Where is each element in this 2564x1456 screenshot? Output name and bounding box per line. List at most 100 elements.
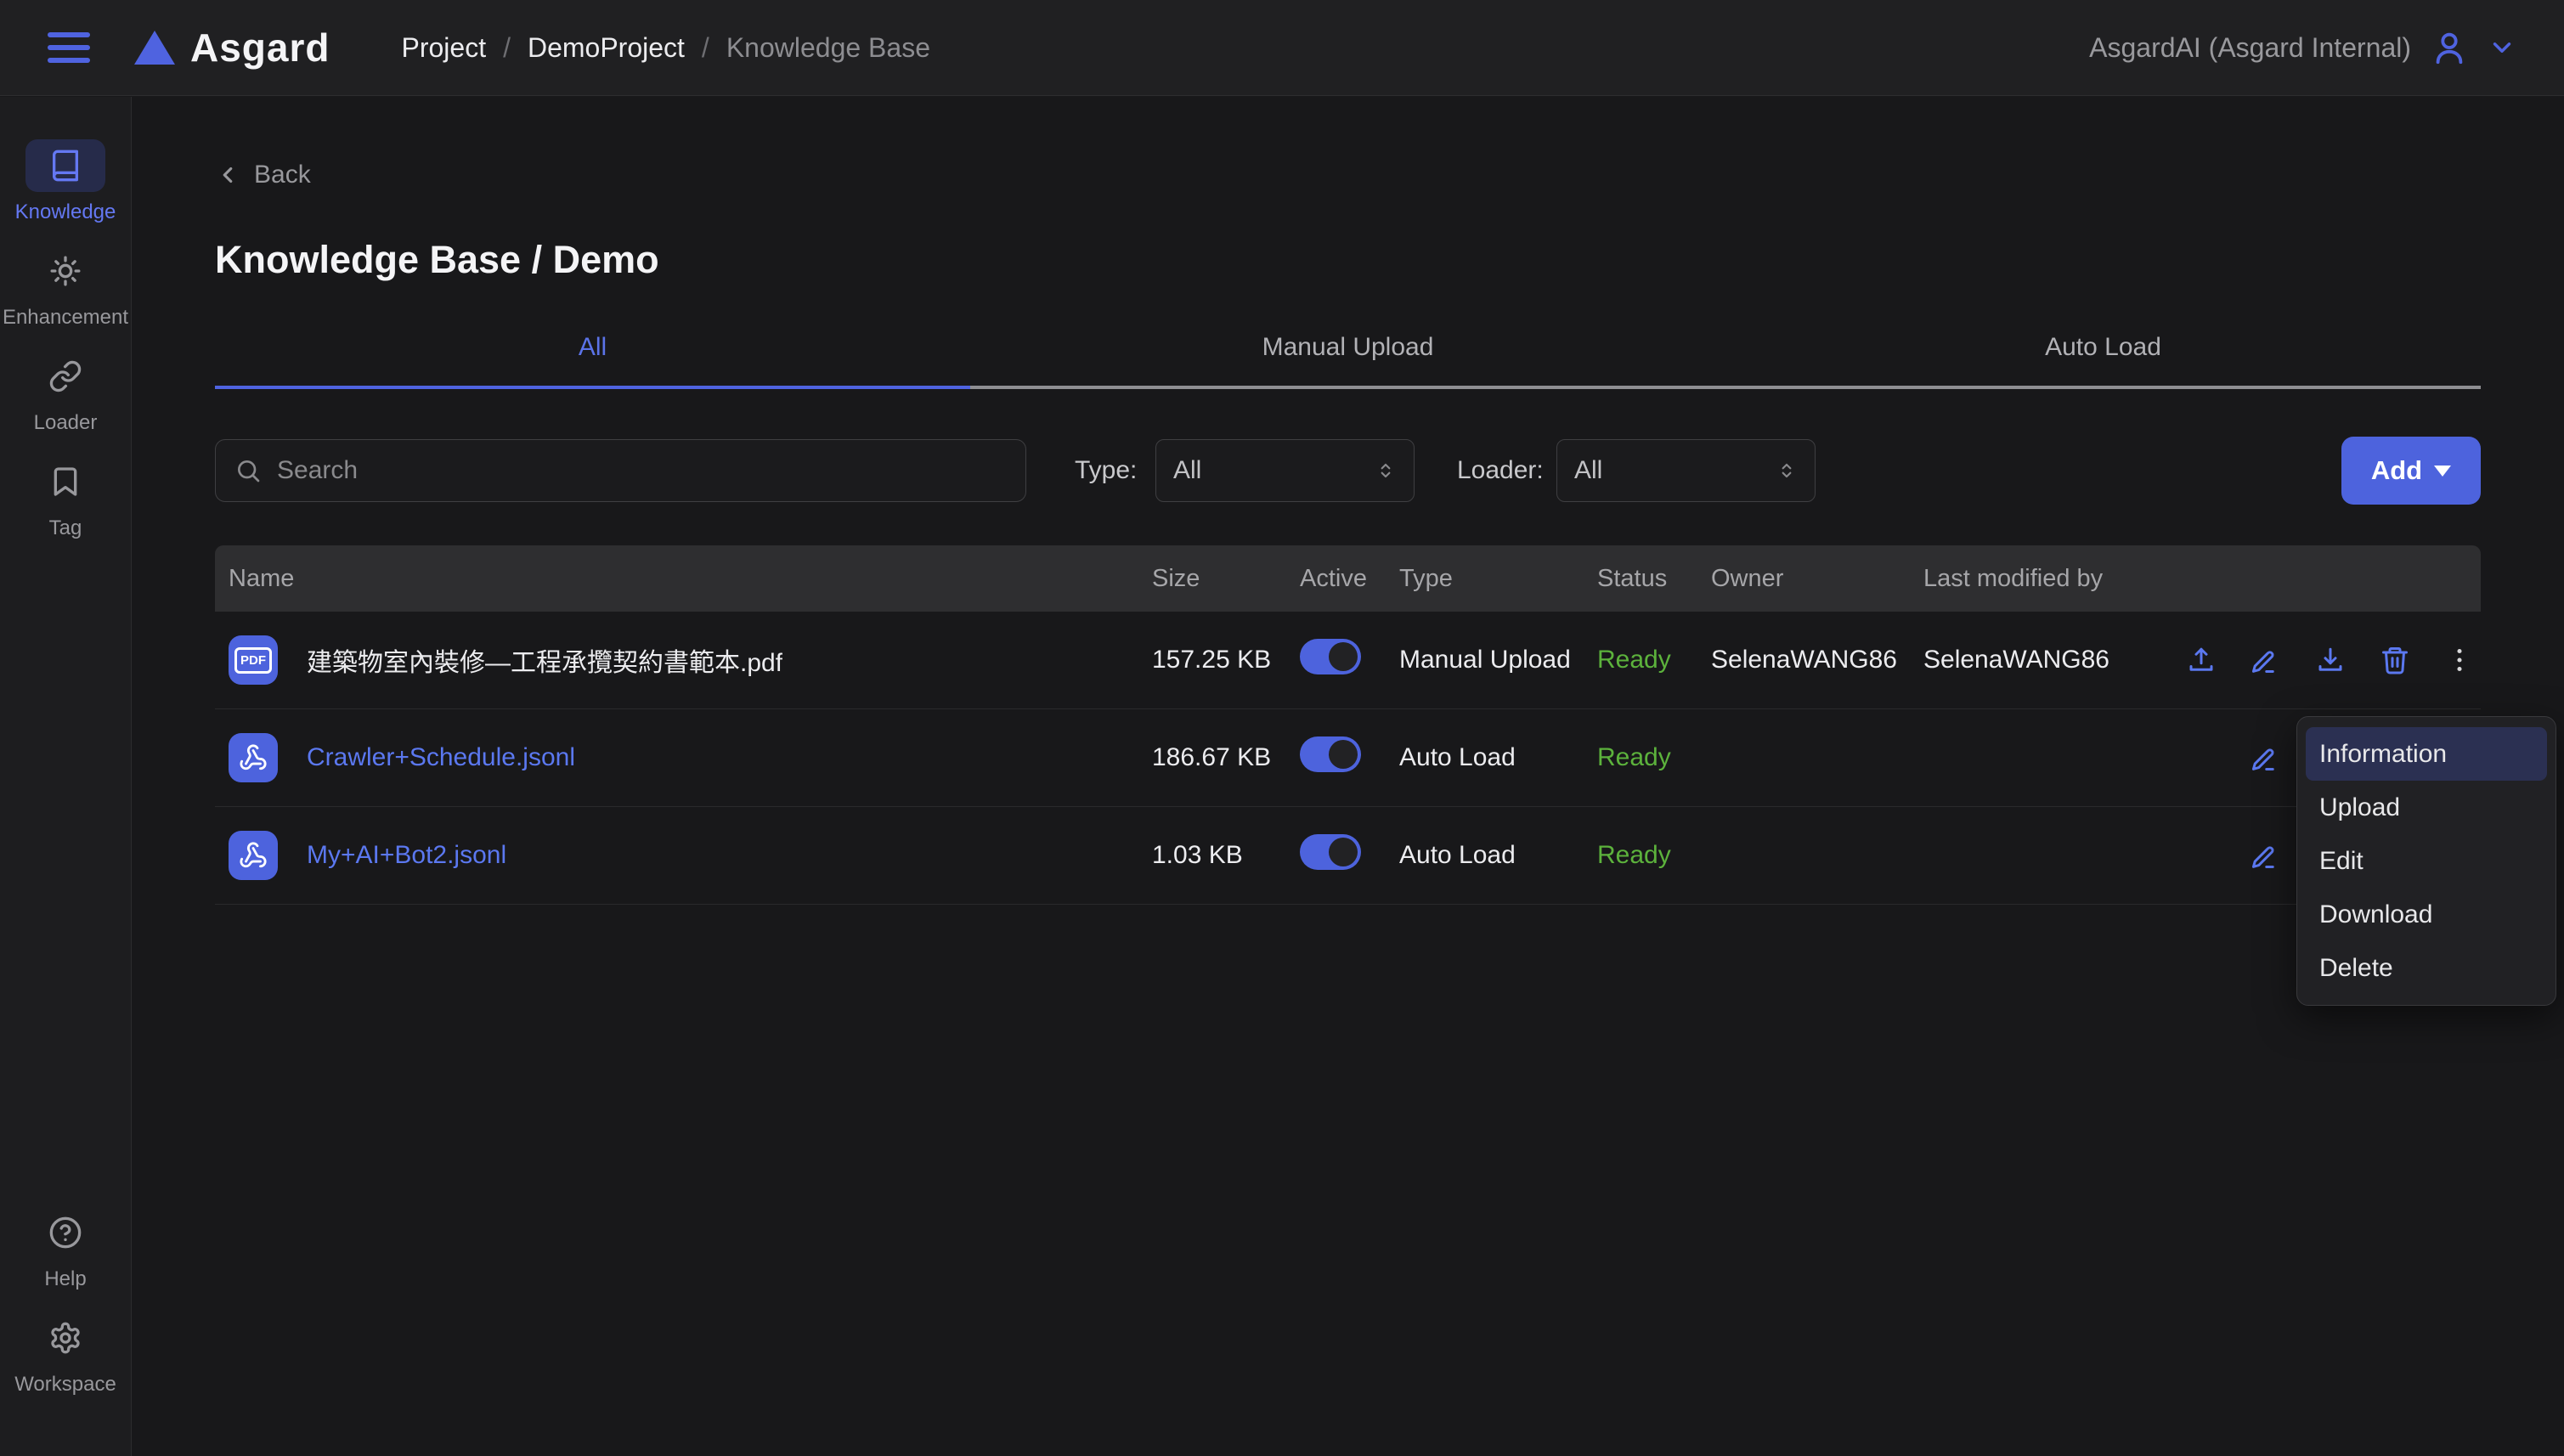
main-content: Back Knowledge Base / Demo AllManual Upl… [132,97,2564,1456]
column-header-owner: Owner [1711,565,1923,593]
type-filter-select[interactable]: All [1155,439,1415,502]
breadcrumb-item[interactable]: Project [401,32,486,64]
edit-icon [2251,742,2281,773]
edit-icon [2251,645,2281,675]
breadcrumb: Project / DemoProject / Knowledge Base [401,32,930,64]
file-type: Auto Load [1399,743,1597,772]
tab-manual-upload[interactable]: Manual Upload [970,333,1725,389]
page-title: Knowledge Base / Demo [215,236,2481,284]
link-icon [48,359,82,393]
filter-row: Type: All Loader: All Add [215,437,2481,505]
edit-icon [2251,840,2281,871]
sidebar-item-label: Tag [49,516,82,540]
context-menu-item-upload[interactable]: Upload [2306,781,2547,834]
status-badge: Ready [1597,743,1711,772]
upload-icon[interactable] [2186,645,2217,675]
chevron-down-icon[interactable] [2488,33,2516,62]
loader-filter-select[interactable]: All [1556,439,1816,502]
gear-icon [48,1321,82,1355]
loader-filter-label: Loader: [1457,456,1544,485]
sidebar-item-help[interactable]: Help [14,1206,116,1291]
file-name[interactable]: My+AI+Bot2.jsonl [307,841,506,870]
active-toggle[interactable] [1300,834,1361,870]
more-button[interactable] [2444,645,2475,675]
table-row: PDF 建築物室內裝修—工程承攬契約書範本.pdf 157.25 KB Manu… [215,612,2481,709]
sidebar-item-enhancement[interactable]: Enhancement [3,245,128,330]
account-name: AsgardAI (Asgard Internal) [2089,32,2411,64]
sidebar-item-label: Enhancement [3,306,128,330]
app-window: Asgard Project / DemoProject / Knowledge Bas… [0,0,2564,1456]
breadcrumb-separator: / [503,32,511,64]
sun-icon [48,254,82,288]
sidebar-item-label: Workspace [14,1373,116,1397]
jsonl-file-icon [229,733,278,782]
active-toggle[interactable] [1300,736,1361,772]
context-menu-item-information[interactable]: Information [2306,727,2547,781]
edit-icon[interactable] [2251,742,2281,773]
type-filter-label: Type: [1075,456,1137,485]
topbar: Asgard Project / DemoProject / Knowledge Bas… [0,0,2564,96]
column-header-active: Active [1300,565,1399,593]
breadcrumb-item[interactable]: DemoProject [528,32,685,64]
last-modified-by: SelenaWANG86 [1923,646,2186,674]
context-menu-item-edit[interactable]: Edit [2306,834,2547,888]
sidebar-item-label: Help [44,1267,86,1291]
tab-all[interactable]: All [215,333,970,389]
file-type: Manual Upload [1399,646,1597,674]
column-header-lastmod: Last modified by [1923,565,2186,593]
triangle-logo-icon [134,31,175,65]
sidebar-item-tag[interactable]: Tag [3,455,128,540]
brand-name: Asgard [190,25,330,71]
caret-down-icon [2434,466,2451,477]
table-row: Crawler+Schedule.jsonl 186.67 KB Auto Lo… [215,709,2481,807]
status-badge: Ready [1597,646,1711,674]
download-icon[interactable] [2315,645,2346,675]
user-icon[interactable] [2430,28,2469,67]
active-toggle[interactable] [1300,639,1361,674]
edit-icon[interactable] [2251,840,2281,871]
sidebar-item-workspace[interactable]: Workspace [14,1312,116,1397]
account-area: AsgardAI (Asgard Internal) [2089,28,2516,67]
delete-icon [2380,645,2410,675]
back-button[interactable]: Back [215,158,311,192]
book-icon [48,149,82,183]
file-size: 157.25 KB [1152,646,1300,674]
brand-logo: Asgard [134,25,330,71]
jsonl-file-icon [239,743,268,772]
context-menu-item-delete[interactable]: Delete [2306,941,2547,995]
delete-icon[interactable] [2380,645,2410,675]
search-box [215,439,1026,502]
upload-icon [2186,645,2217,675]
sidebar: Knowledge Enhancement Loader Tag Help Wo… [0,97,132,1456]
sidebar-item-loader[interactable]: Loader [3,350,128,435]
updown-chevrons-icon [1776,456,1798,485]
search-input[interactable] [277,456,1007,485]
help-circle-icon [48,1216,82,1250]
chevron-left-icon [215,162,240,188]
column-header-size: Size [1152,565,1300,593]
breadcrumb-separator: / [702,32,709,64]
back-label: Back [254,161,311,189]
add-button[interactable]: Add [2341,437,2481,505]
updown-chevrons-icon [1375,456,1397,485]
column-header-type: Type [1399,565,1597,593]
breadcrumb-item: Knowledge Base [726,32,930,64]
bookmark-icon [48,465,82,499]
tab-auto-load[interactable]: Auto Load [1725,333,2481,389]
edit-icon[interactable] [2251,645,2281,675]
more-icon [2444,645,2475,675]
owner: SelenaWANG86 [1711,646,1923,674]
file-name[interactable]: Crawler+Schedule.jsonl [307,743,575,772]
sidebar-item-knowledge[interactable]: Knowledge [3,139,128,224]
row-actions [2186,645,2493,675]
table-row: My+AI+Bot2.jsonl 1.03 KB Auto Load Ready [215,807,2481,905]
file-type: Auto Load [1399,841,1597,870]
pdf-file-icon: PDF [229,635,278,685]
row-context-menu: InformationUploadEditDownloadDelete [2296,716,2556,1006]
file-name: 建築物室內裝修—工程承攬契約書範本.pdf [307,641,782,679]
jsonl-file-icon [229,831,278,880]
file-size: 1.03 KB [1152,841,1300,870]
context-menu-item-download[interactable]: Download [2306,888,2547,941]
tab-bar: AllManual UploadAuto Load [215,333,2481,389]
hamburger-menu-icon[interactable] [48,32,90,63]
